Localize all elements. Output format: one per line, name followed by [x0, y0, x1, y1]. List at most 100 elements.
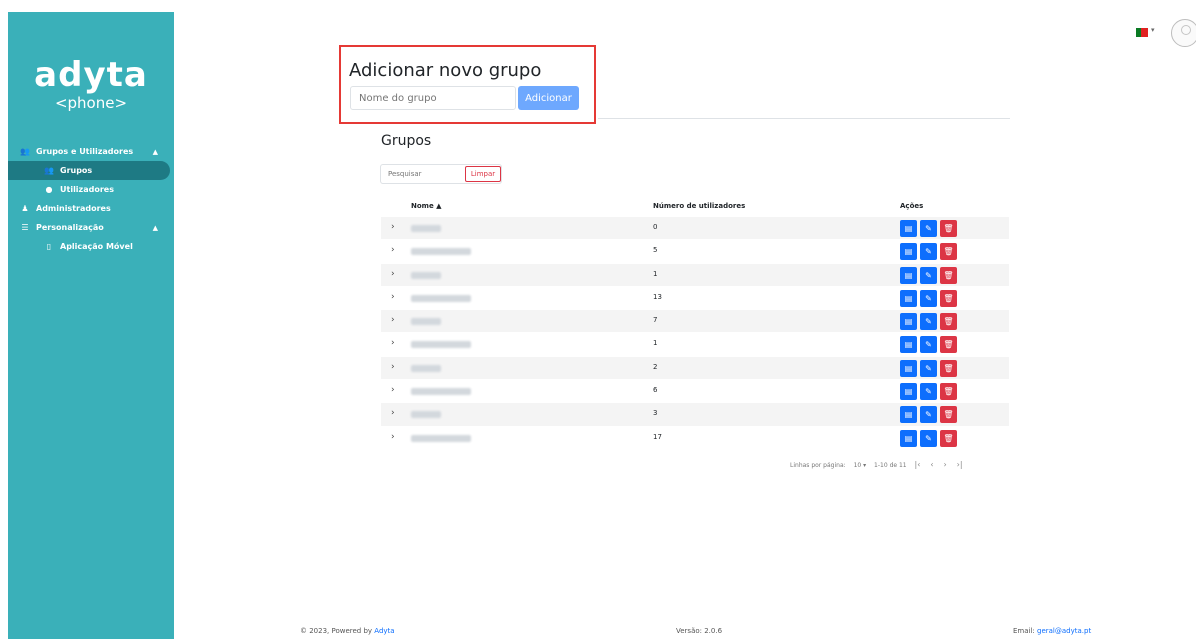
sliders-icon: ☰: [21, 223, 29, 232]
chevron-down-icon[interactable]: ▾: [1151, 26, 1155, 34]
adyta-link[interactable]: Adyta: [374, 627, 394, 635]
edit-button[interactable]: ✎: [920, 243, 937, 261]
edit-button[interactable]: ✎: [920, 383, 937, 401]
expand-chevron-icon[interactable]: ›: [391, 432, 395, 442]
view-button[interactable]: ▤: [900, 359, 917, 377]
group-name-redacted: [411, 388, 471, 396]
sidebar-item-label: Utilizadores: [60, 185, 114, 194]
column-header-actions: Ações: [900, 202, 924, 210]
group-name-redacted: [411, 294, 471, 302]
column-header-users: Número de utilizadores: [653, 202, 746, 210]
sidebar-item-grupos-e-utilizadores[interactable]: 👥 Grupos e Utilizadores ▲: [8, 142, 174, 161]
delete-button[interactable]: 🗑: [940, 266, 957, 284]
row-actions: ▤ ✎ 🗑: [900, 220, 957, 237]
view-button[interactable]: ▤: [900, 289, 917, 307]
delete-button[interactable]: 🗑: [940, 243, 957, 261]
rows-per-page-select[interactable]: 10 ▾: [854, 462, 867, 469]
clear-button[interactable]: Limpar: [465, 166, 501, 182]
expand-chevron-icon[interactable]: ›: [391, 385, 395, 395]
prev-page-icon[interactable]: ‹: [930, 460, 933, 469]
logo: adyta <phone>: [8, 56, 174, 112]
logo-subbrand: <phone>: [54, 94, 128, 112]
search-input[interactable]: [381, 165, 465, 183]
avatar[interactable]: [1171, 19, 1196, 47]
view-button[interactable]: ▤: [900, 383, 917, 401]
delete-button[interactable]: 🗑: [940, 313, 957, 331]
group-name-redacted: [411, 364, 441, 372]
user-avatar-icon: [1181, 25, 1191, 35]
first-page-icon[interactable]: |‹: [915, 460, 921, 469]
table-row: › 17 ▤ ✎ 🗑: [381, 427, 1009, 450]
footer-copyright: © 2023, Powered by Adyta: [300, 627, 395, 635]
view-button[interactable]: ▤: [900, 406, 917, 424]
sidebar-item-label: Aplicação Móvel: [60, 242, 133, 251]
sidebar: adyta <phone> 👥 Grupos e Utilizadores ▲ …: [8, 12, 174, 639]
delete-button[interactable]: 🗑: [940, 359, 957, 377]
last-page-icon[interactable]: ›|: [957, 460, 963, 469]
sidebar-item-utilizadores[interactable]: ● Utilizadores: [8, 180, 174, 199]
page-range: 1-10 de 11: [874, 462, 907, 469]
edit-button[interactable]: ✎: [920, 429, 937, 447]
group-name-redacted: [411, 341, 471, 349]
user-count: 2: [653, 362, 658, 371]
sidebar-item-label: Grupos: [60, 166, 93, 175]
rows-per-page-label: Linhas por página:: [790, 462, 846, 469]
expand-chevron-icon[interactable]: ›: [391, 338, 395, 348]
expand-chevron-icon[interactable]: ›: [391, 245, 395, 255]
delete-button[interactable]: 🗑: [940, 220, 957, 237]
edit-button[interactable]: ✎: [920, 336, 937, 354]
mobile-icon: ▯: [46, 242, 52, 251]
expand-chevron-icon[interactable]: ›: [391, 408, 395, 418]
sidebar-item-grupos[interactable]: 👥 Grupos: [8, 161, 170, 180]
language-flag-icon[interactable]: [1136, 28, 1148, 37]
add-group-button[interactable]: Adicionar: [518, 86, 579, 110]
copyright-text: © 2023, Powered by: [300, 627, 375, 635]
column-header-name[interactable]: Nome ▲: [411, 202, 442, 210]
user-count: 17: [653, 432, 662, 441]
email-link[interactable]: geral@adyta.pt: [1037, 627, 1091, 635]
user-count: 13: [653, 292, 662, 301]
expand-chevron-icon[interactable]: ›: [391, 292, 395, 302]
view-button[interactable]: ▤: [900, 243, 917, 261]
view-button[interactable]: ▤: [900, 313, 917, 331]
footer-email: Email: geral@adyta.pt: [1013, 627, 1091, 635]
row-actions: ▤ ✎ 🗑: [900, 243, 957, 261]
expand-chevron-icon[interactable]: ›: [391, 222, 395, 232]
delete-button[interactable]: 🗑: [940, 383, 957, 401]
sidebar-nav: 👥 Grupos e Utilizadores ▲ 👥 Grupos ● Uti…: [8, 142, 174, 256]
edit-button[interactable]: ✎: [920, 266, 937, 284]
sidebar-item-aplicacao-movel[interactable]: ▯ Aplicação Móvel: [8, 237, 174, 256]
edit-button[interactable]: ✎: [920, 220, 937, 237]
delete-button[interactable]: 🗑: [940, 406, 957, 424]
view-button[interactable]: ▤: [900, 220, 917, 237]
group-name-redacted: [411, 318, 441, 326]
table-row: › 2 ▤ ✎ 🗑: [381, 356, 1009, 381]
sidebar-item-label: Grupos e Utilizadores: [36, 147, 134, 156]
sidebar-item-personalizacao[interactable]: ☰ Personalização ▲: [8, 218, 174, 237]
expand-chevron-icon[interactable]: ›: [391, 315, 395, 325]
edit-button[interactable]: ✎: [920, 313, 937, 331]
delete-button[interactable]: 🗑: [940, 289, 957, 307]
logo-brand: adyta: [34, 55, 148, 95]
delete-button[interactable]: 🗑: [940, 429, 957, 447]
table-row: › 1 ▤ ✎ 🗑: [381, 333, 1009, 357]
next-page-icon[interactable]: ›: [944, 460, 947, 469]
sidebar-item-administradores[interactable]: ♟ Administradores: [8, 199, 174, 218]
row-actions: ▤ ✎ 🗑: [900, 313, 957, 331]
expand-chevron-icon[interactable]: ›: [391, 269, 395, 279]
row-actions: ▤ ✎ 🗑: [900, 429, 957, 447]
expand-chevron-icon[interactable]: ›: [391, 362, 395, 372]
delete-button[interactable]: 🗑: [940, 336, 957, 354]
section-title: Grupos: [381, 133, 432, 149]
view-button[interactable]: ▤: [900, 336, 917, 354]
view-button[interactable]: ▤: [900, 429, 917, 447]
user-count: 7: [653, 316, 658, 325]
table-row: › 7 ▤ ✎ 🗑: [381, 310, 1009, 334]
edit-button[interactable]: ✎: [920, 406, 937, 424]
edit-button[interactable]: ✎: [920, 359, 937, 377]
page-title: Adicionar novo grupo: [349, 60, 542, 81]
view-button[interactable]: ▤: [900, 266, 917, 284]
edit-button[interactable]: ✎: [920, 289, 937, 307]
group-name-input[interactable]: [350, 86, 516, 110]
row-actions: ▤ ✎ 🗑: [900, 359, 957, 377]
